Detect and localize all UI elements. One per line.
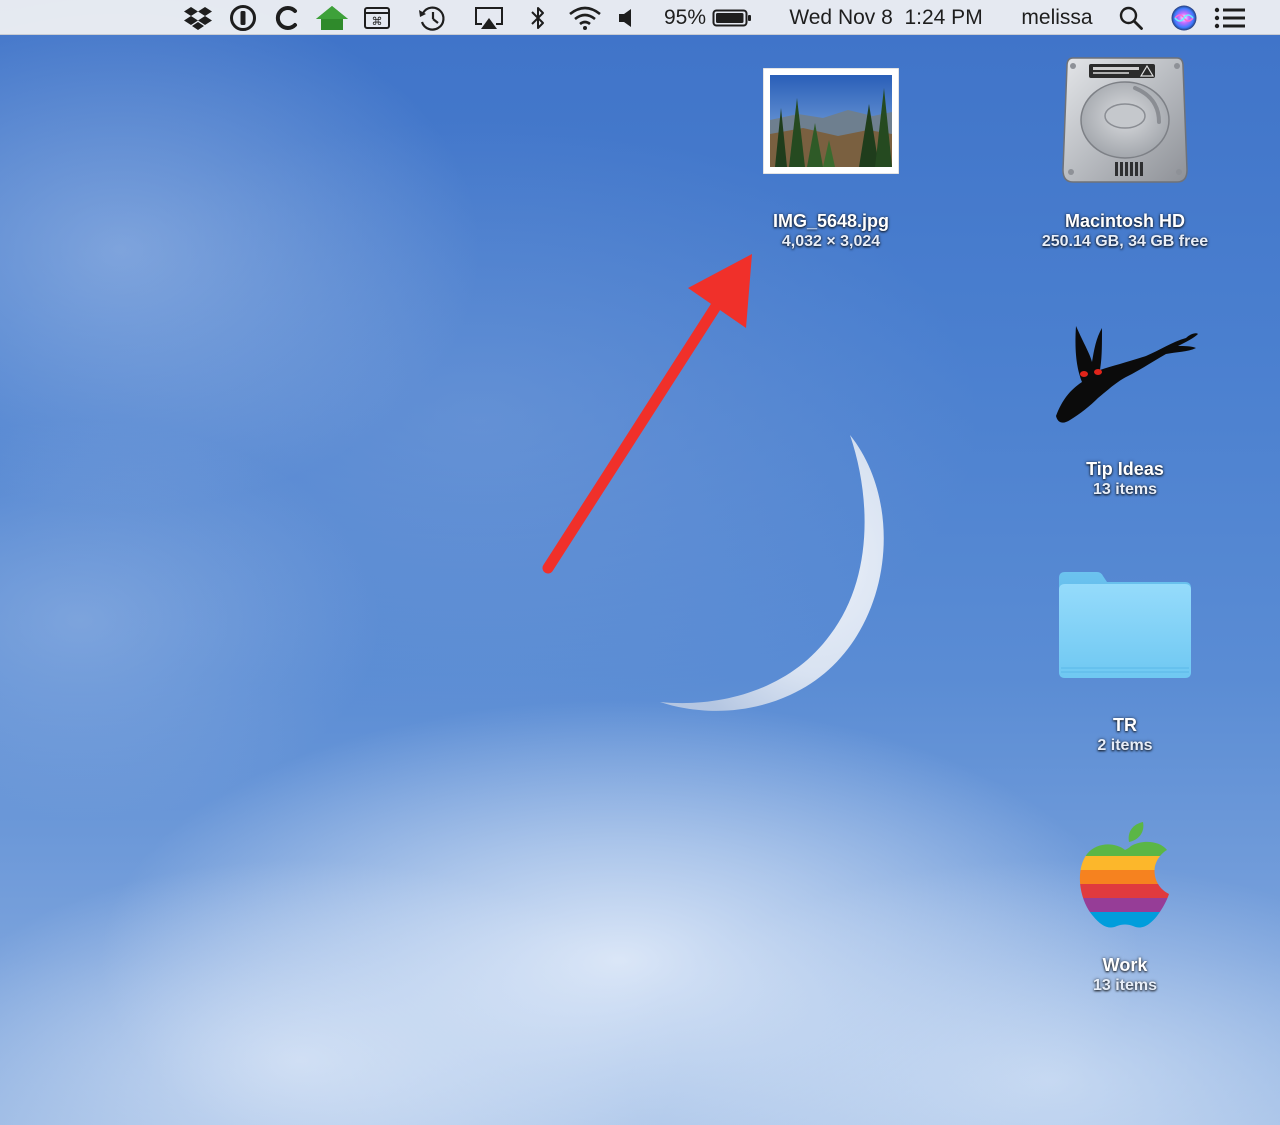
- folder-icon: [1059, 572, 1191, 678]
- bluetooth-icon[interactable]: [524, 0, 552, 35]
- user-menu[interactable]: melissa: [1012, 0, 1102, 35]
- desktop-item-info: 2 items: [1097, 737, 1153, 754]
- desktop-item-name: Macintosh HD: [1064, 211, 1185, 231]
- desktop-item-name: IMG_5648.jpg: [772, 211, 890, 231]
- dropbox-icon[interactable]: [180, 0, 216, 35]
- rabbit-folder-icon: [1056, 326, 1198, 423]
- siri-icon[interactable]: [1166, 0, 1202, 35]
- desktop-item-tip-ideas[interactable]: Tip Ideas 13 items: [1015, 316, 1235, 500]
- battery-fill: [716, 12, 744, 23]
- desktop-item-img-5648[interactable]: IMG_5648.jpg 4,032 × 3,024: [721, 68, 941, 252]
- home-icon[interactable]: [312, 0, 352, 35]
- desktop-item-tr[interactable]: TR 2 items: [1015, 568, 1235, 756]
- desktop-item-macintosh-hd[interactable]: Macintosh HD 250.14 GB, 34 GB free: [1015, 52, 1235, 252]
- wifi-icon[interactable]: [566, 0, 604, 35]
- desktop-item-info: 250.14 GB, 34 GB free: [1041, 233, 1209, 250]
- 1password-icon[interactable]: [226, 0, 260, 35]
- user-name: melissa: [1021, 5, 1093, 29]
- image-thumbnail-icon: [763, 68, 899, 174]
- clock-text: Wed Nov 8 1:24 PM: [789, 5, 983, 29]
- desktop[interactable]: ⌘ 95% Wed Nov 8 1:24 PM melissa IMG_5648…: [0, 0, 1280, 1125]
- battery-icon[interactable]: [710, 0, 754, 35]
- battery-percent-text: 95%: [663, 5, 707, 29]
- desktop-item-info: 4,032 × 3,024: [781, 233, 881, 250]
- desktop-item-work[interactable]: Work 13 items: [1015, 820, 1235, 996]
- airplay-icon[interactable]: [470, 0, 508, 35]
- desktop-item-info: 13 items: [1092, 481, 1158, 498]
- desktop-item-info: 13 items: [1092, 977, 1158, 994]
- rainbow-apple-folder-icon: [1079, 822, 1170, 928]
- cleanmymac-icon[interactable]: [270, 0, 304, 35]
- red-arrow-annotation: [542, 254, 752, 574]
- menu-bar: ⌘ 95% Wed Nov 8 1:24 PM melissa: [0, 0, 1280, 35]
- battery-percent[interactable]: 95%: [660, 0, 710, 35]
- svg-text:⌘: ⌘: [372, 15, 383, 28]
- clock[interactable]: Wed Nov 8 1:24 PM: [778, 0, 994, 35]
- hard-drive-icon: [1062, 57, 1188, 183]
- cheatsheet-icon[interactable]: ⌘: [360, 0, 394, 35]
- desktop-item-name: Work: [1102, 955, 1148, 975]
- spotlight-search-icon[interactable]: [1114, 0, 1148, 35]
- time-machine-icon[interactable]: [414, 0, 450, 35]
- notification-center-icon[interactable]: [1210, 0, 1250, 35]
- volume-icon[interactable]: [614, 0, 638, 35]
- desktop-item-name: TR: [1113, 715, 1137, 735]
- desktop-item-name: Tip Ideas: [1086, 459, 1164, 479]
